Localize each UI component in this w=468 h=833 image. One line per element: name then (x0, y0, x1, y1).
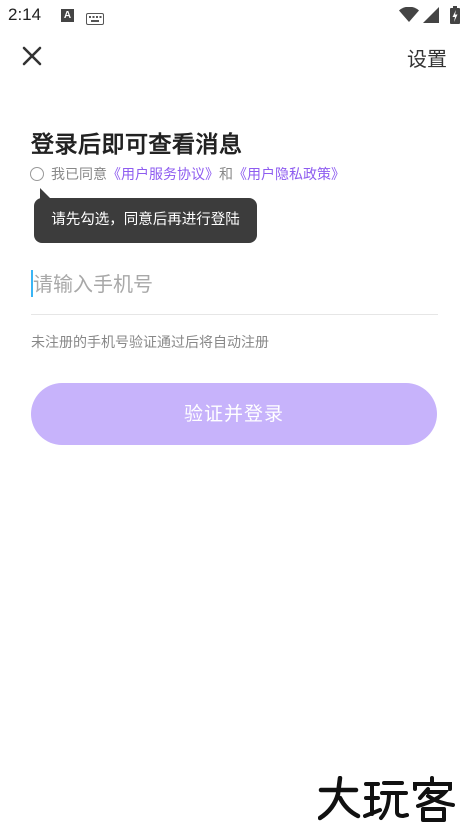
agree-prefix-text: 我已同意 (51, 167, 107, 183)
close-icon (22, 46, 42, 66)
close-button[interactable] (18, 42, 46, 70)
status-bar: 2:14 A (0, 0, 468, 32)
agreement-row: 我已同意 《用户服务协议》 和 《用户隐私政策》 (30, 164, 345, 184)
status-time: 2:14 (8, 5, 42, 24)
register-hint: 未注册的手机号验证通过后将自动注册 (31, 335, 269, 351)
user-agreement-link[interactable]: 《用户服务协议》 (107, 164, 219, 184)
phone-field (31, 264, 438, 315)
agree-tooltip: 请先勾选，同意后再进行登陆 (34, 198, 257, 243)
agree-and-text: 和 (219, 167, 233, 183)
battery-icon (450, 6, 460, 28)
a-notification-icon: A (61, 9, 74, 22)
agree-checkbox[interactable] (30, 167, 44, 181)
wifi-icon (399, 6, 419, 27)
phone-input[interactable] (33, 266, 433, 302)
privacy-policy-link[interactable]: 《用户隐私政策》 (233, 164, 345, 184)
watermark-logo (317, 775, 458, 826)
settings-button[interactable]: 设置 (407, 43, 447, 72)
verify-login-button[interactable]: 验证并登录 (31, 383, 437, 445)
keyboard-icon (86, 10, 104, 29)
signal-icon (423, 7, 439, 27)
page-title: 登录后即可查看消息 (31, 132, 243, 158)
